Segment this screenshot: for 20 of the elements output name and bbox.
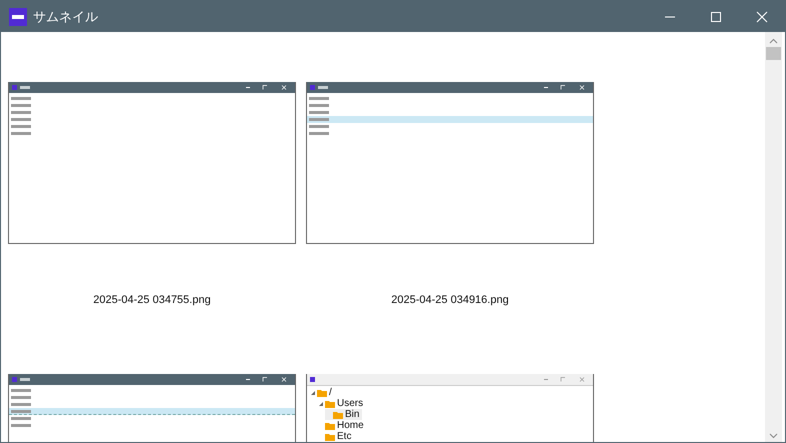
tree-item[interactable]: Home bbox=[317, 420, 367, 431]
tree-item[interactable]: Users bbox=[317, 398, 366, 409]
expand-caret-icon[interactable] bbox=[311, 390, 315, 394]
window-title: サムネイル bbox=[33, 8, 98, 26]
file-name: 2025-04-25 034755.png bbox=[92, 294, 212, 306]
tree-item[interactable]: Bin bbox=[325, 409, 362, 420]
expand-caret-icon[interactable] bbox=[319, 402, 323, 406]
scroll-down-icon[interactable] bbox=[769, 433, 778, 439]
scrollbar[interactable] bbox=[765, 32, 782, 442]
file-name: 2025-04-25 034916.png bbox=[390, 294, 510, 306]
maximize-icon bbox=[710, 10, 722, 22]
scroll-thumb[interactable] bbox=[766, 47, 781, 60]
app-logo-icon bbox=[9, 8, 27, 26]
scroll-up-icon[interactable] bbox=[769, 38, 778, 44]
thumbnail-image[interactable] bbox=[306, 82, 594, 244]
thumbnail-image[interactable]: / Users Bin Home Etc bbox=[306, 374, 594, 442]
tree-item[interactable]: Etc bbox=[317, 431, 354, 442]
close-icon bbox=[756, 10, 768, 22]
tree-item[interactable]: / bbox=[309, 387, 335, 398]
thumbnail-image[interactable] bbox=[8, 82, 296, 244]
